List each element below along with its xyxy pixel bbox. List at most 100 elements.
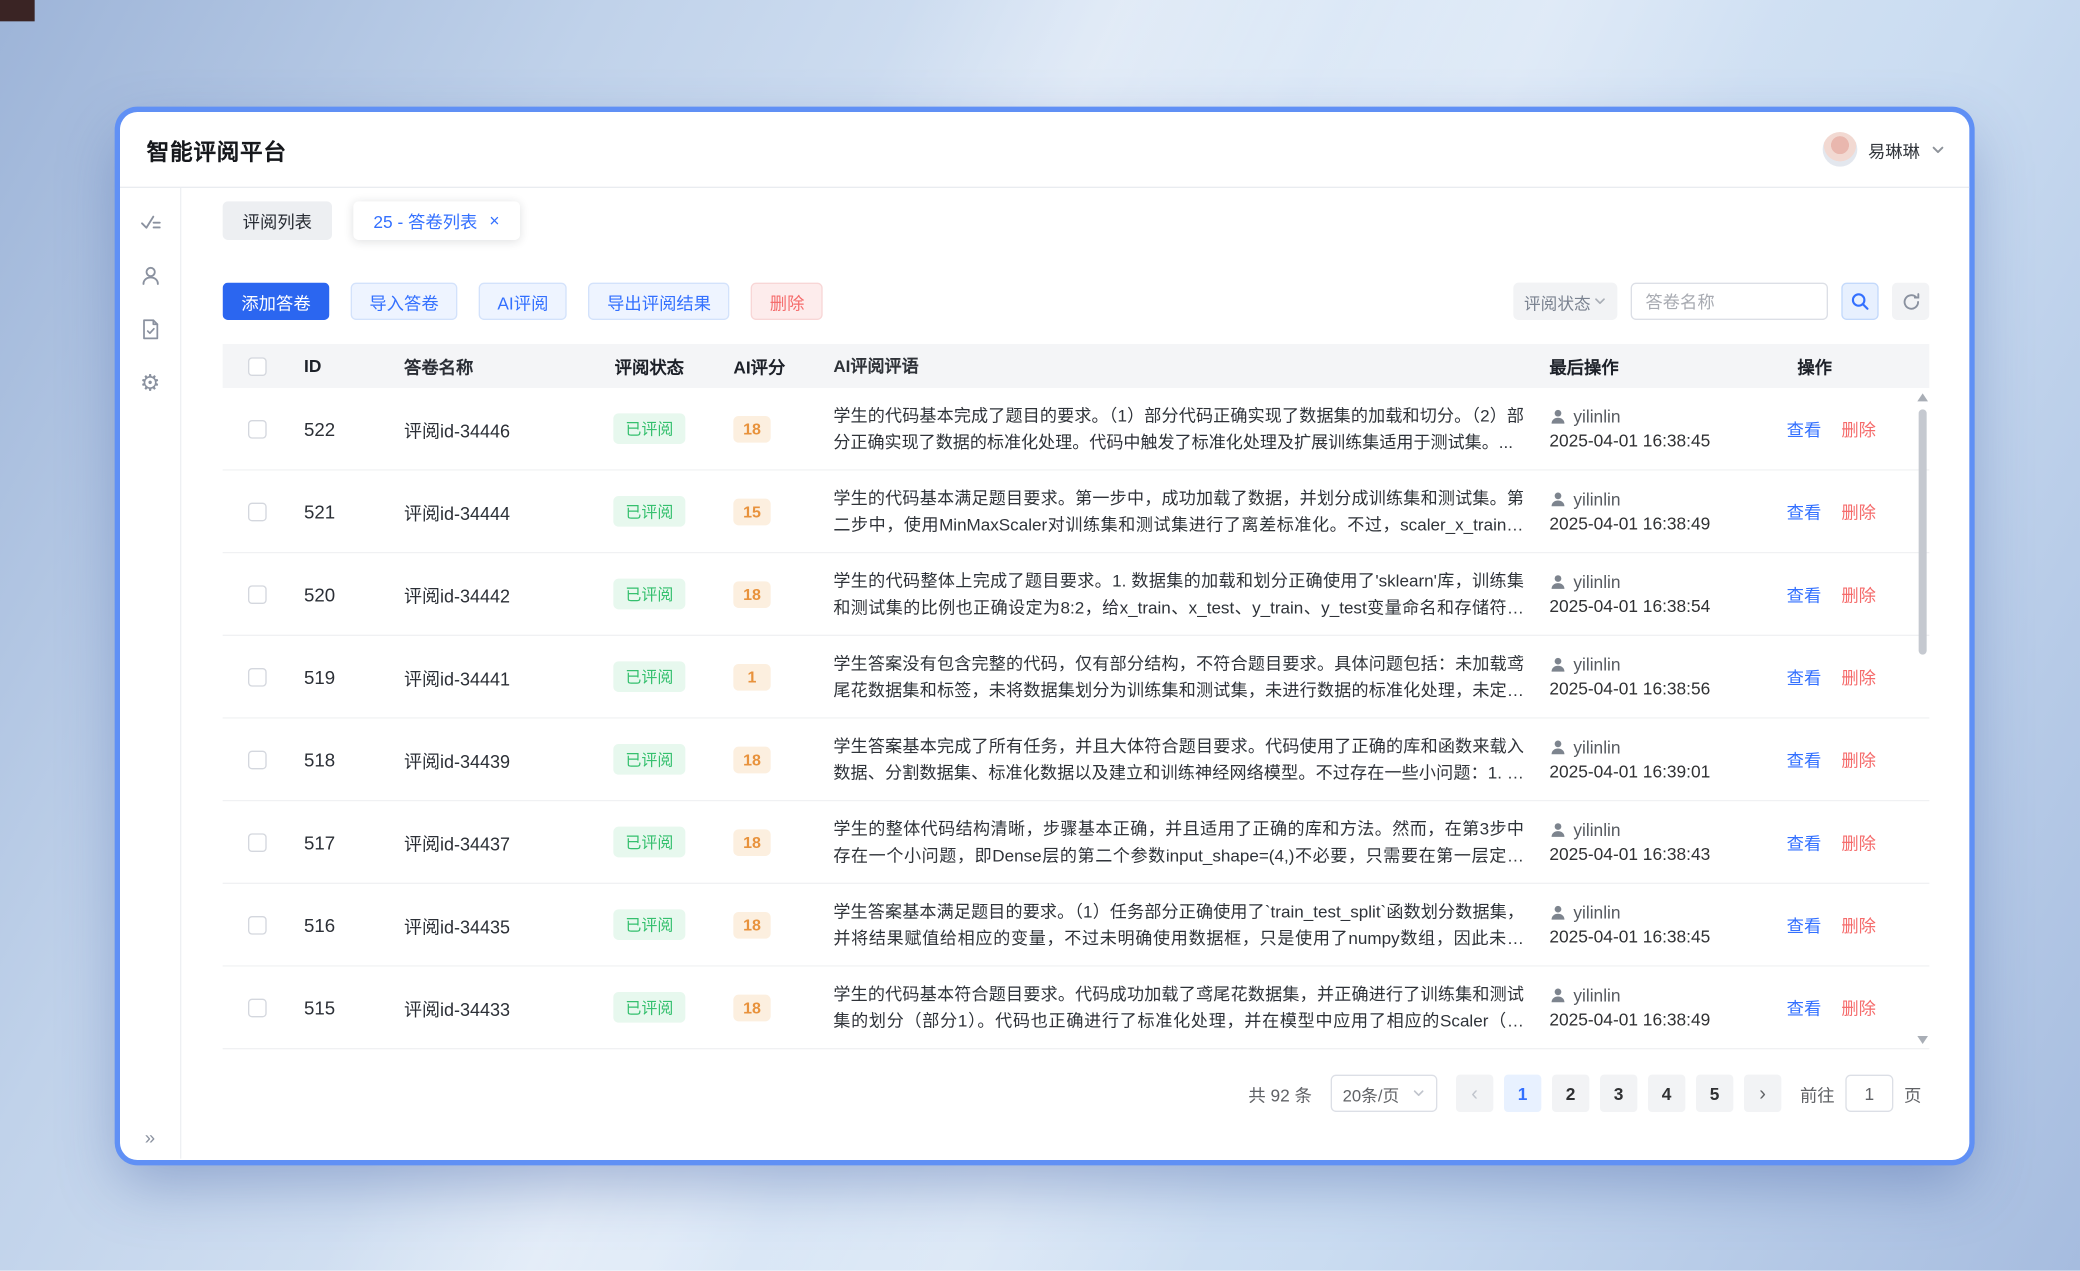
scrollbar-up-arrow[interactable]	[1917, 393, 1928, 401]
person-icon	[1549, 408, 1566, 425]
row-checkbox[interactable]	[248, 915, 267, 934]
table-row: 517 评阅id-34437 已评阅 18 学生的整体代码结构清晰，步骤基本正确…	[223, 801, 1930, 884]
person-icon	[1549, 573, 1566, 590]
delete-link[interactable]: 删除	[1841, 416, 1876, 441]
status-badge: 已评阅	[613, 496, 685, 527]
avatar[interactable]	[1823, 132, 1858, 167]
page-size-value: 20条/页	[1343, 1081, 1400, 1106]
table-row: 516 评阅id-34435 已评阅 18 学生答案基本满足题目的要求。（1）任…	[223, 884, 1930, 967]
row-checkbox[interactable]	[248, 667, 267, 686]
view-link[interactable]: 查看	[1787, 499, 1822, 524]
tab-answer-sheet-list[interactable]: 25 - 答卷列表 ×	[353, 201, 519, 240]
review-status-select[interactable]: 评阅状态	[1513, 283, 1617, 320]
window-header: 智能评阅平台 易琳琳	[120, 112, 1969, 188]
table-row: 518 评阅id-34439 已评阅 18 学生答案基本完成了所有任务，并且大体…	[223, 719, 1930, 802]
sidebar-expand-icon[interactable]: »	[120, 1127, 180, 1148]
delete-link[interactable]: 删除	[1841, 664, 1876, 689]
column-header-status: 评阅状态	[608, 353, 721, 378]
row-timestamp: 2025-04-01 16:38:49	[1549, 1009, 1774, 1029]
next-page-button[interactable]: ›	[1744, 1075, 1781, 1112]
delete-button[interactable]: 删除	[751, 283, 823, 320]
view-link[interactable]: 查看	[1787, 581, 1822, 606]
user-menu[interactable]: 易琳琳	[1823, 132, 1946, 167]
column-header-ops: 操作	[1775, 353, 1930, 378]
table-scrollbar[interactable]	[1916, 393, 1929, 1044]
row-timestamp: 2025-04-01 16:38:49	[1549, 513, 1774, 533]
view-link[interactable]: 查看	[1787, 912, 1822, 937]
row-last-operation: yilinlin 2025-04-01 16:38:45	[1535, 407, 1775, 451]
prev-page-button[interactable]: ‹	[1456, 1075, 1493, 1112]
row-checkbox[interactable]	[248, 998, 267, 1017]
view-link[interactable]: 查看	[1787, 829, 1822, 854]
delete-link[interactable]: 删除	[1841, 581, 1876, 606]
chevron-down-icon	[1593, 295, 1606, 308]
person-icon	[1549, 987, 1566, 1004]
score-badge: 18	[733, 994, 770, 1021]
row-id: 519	[287, 666, 388, 687]
page-button-3[interactable]: 3	[1600, 1075, 1637, 1112]
score-badge: 15	[733, 498, 770, 525]
delete-link[interactable]: 删除	[1841, 912, 1876, 937]
add-answer-button[interactable]: 添加答卷	[223, 283, 330, 320]
sidebar-item-answer-sheets[interactable]	[138, 317, 162, 341]
goto-label: 前往	[1800, 1081, 1835, 1106]
row-checkbox[interactable]	[248, 750, 267, 769]
row-id: 521	[287, 501, 388, 522]
view-link[interactable]: 查看	[1787, 416, 1822, 441]
export-results-button[interactable]: 导出评阅结果	[588, 283, 729, 320]
row-checkbox[interactable]	[248, 419, 267, 438]
row-last-operation: yilinlin 2025-04-01 16:39:01	[1535, 737, 1775, 781]
scrollbar-down-arrow[interactable]	[1917, 1036, 1928, 1044]
search-input[interactable]	[1631, 283, 1828, 320]
row-operator: yilinlin	[1573, 737, 1620, 757]
delete-link[interactable]: 删除	[1841, 995, 1876, 1020]
row-last-operation: yilinlin 2025-04-01 16:38:56	[1535, 655, 1775, 699]
row-comment: 学生的代码基本完成了题目的要求。（1）部分代码正确实现了数据集的加载和切分。（2…	[821, 402, 1534, 455]
view-link[interactable]: 查看	[1787, 995, 1822, 1020]
sidebar-item-review-tasks[interactable]	[138, 211, 162, 235]
row-name: 评阅id-34435	[388, 911, 608, 938]
row-id: 515	[287, 997, 388, 1018]
refresh-button[interactable]	[1892, 283, 1929, 320]
page-button-5[interactable]: 5	[1696, 1075, 1733, 1112]
status-badge: 已评阅	[613, 413, 685, 444]
status-badge: 已评阅	[613, 744, 685, 775]
goto-page-input[interactable]	[1845, 1075, 1893, 1112]
search-button[interactable]	[1841, 283, 1878, 320]
close-icon[interactable]: ×	[489, 212, 499, 229]
row-operator: yilinlin	[1573, 407, 1620, 427]
view-link[interactable]: 查看	[1787, 747, 1822, 772]
screen-artifact	[0, 0, 35, 21]
page-button-1[interactable]: 1	[1504, 1075, 1541, 1112]
app-window: 智能评阅平台 易琳琳	[120, 112, 1969, 1160]
chevron-down-icon	[1931, 142, 1946, 157]
ai-review-button[interactable]: AI评阅	[479, 283, 567, 320]
select-all-checkbox[interactable]	[248, 357, 267, 376]
view-link[interactable]: 查看	[1787, 664, 1822, 689]
row-checkbox[interactable]	[248, 502, 267, 521]
score-badge: 18	[733, 581, 770, 608]
row-checkbox[interactable]	[248, 833, 267, 852]
delete-link[interactable]: 删除	[1841, 499, 1876, 524]
delete-link[interactable]: 删除	[1841, 829, 1876, 854]
page-button-4[interactable]: 4	[1648, 1075, 1685, 1112]
page-size-select[interactable]: 20条/页	[1331, 1075, 1438, 1112]
row-last-operation: yilinlin 2025-04-01 16:38:49	[1535, 985, 1775, 1029]
scrollbar-thumb[interactable]	[1919, 409, 1927, 654]
score-badge: 18	[733, 911, 770, 938]
sidebar-item-users[interactable]	[138, 264, 162, 288]
import-answer-button[interactable]: 导入答卷	[351, 283, 458, 320]
score-badge: 18	[733, 415, 770, 442]
pagination: 共 92 条 20条/页 ‹ 1 2 3 4 5 ›	[223, 1075, 1930, 1112]
delete-link[interactable]: 删除	[1841, 747, 1876, 772]
tab-label: 25 - 答卷列表	[373, 208, 477, 233]
user-icon	[138, 264, 162, 288]
table-row: 521 评阅id-34444 已评阅 15 学生的代码基本满足题目要求。第一步中…	[223, 471, 1930, 554]
row-checkbox[interactable]	[248, 585, 267, 604]
column-header-name: 答卷名称	[388, 353, 608, 378]
row-operator: yilinlin	[1573, 489, 1620, 509]
tab-review-list[interactable]: 评阅列表	[223, 201, 332, 240]
sidebar-item-settings[interactable]: ⚙	[138, 371, 162, 395]
chevron-down-icon	[1412, 1087, 1425, 1100]
page-button-2[interactable]: 2	[1552, 1075, 1589, 1112]
